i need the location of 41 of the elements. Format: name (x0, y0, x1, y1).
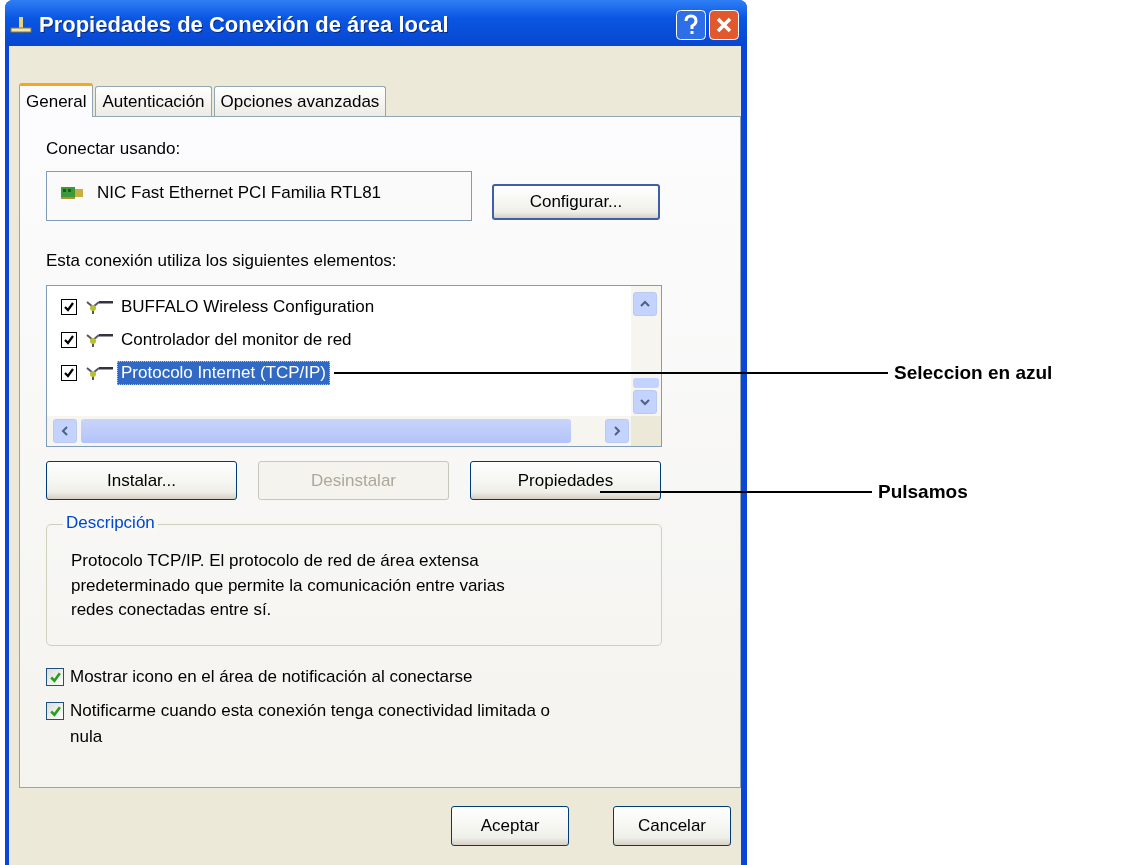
scrollbar-corner (631, 416, 661, 446)
horizontal-scrollbar[interactable] (47, 416, 631, 446)
network-component-icon (85, 331, 115, 348)
dialog-button[interactable]: Aceptar (451, 806, 569, 846)
chevron-right-icon[interactable] (611, 425, 623, 437)
checkbox[interactable] (61, 364, 77, 381)
tab[interactable]: Opciones avanzadas (213, 86, 387, 116)
annotation-label: Seleccion en azul (894, 362, 1053, 384)
dialog-button[interactable]: Cancelar (613, 806, 731, 846)
configure-button[interactable]: Configurar... (492, 184, 660, 220)
annotation-label: Pulsamos (878, 481, 968, 503)
option-label: Notificarme cuando esta conexión tenga conectividad limitada o nula (70, 700, 552, 748)
checkbox[interactable] (46, 702, 64, 720)
list-item[interactable]: BUFFALO Wireless Configuration (117, 294, 379, 319)
chevron-left-icon[interactable] (59, 425, 71, 437)
help-icon[interactable] (676, 10, 706, 40)
connect-label: Conectar usando: (46, 139, 182, 160)
network-component-icon (85, 298, 115, 315)
scroll-thumb[interactable] (81, 419, 571, 443)
tab[interactable]: General (19, 83, 94, 117)
network-component-icon (85, 364, 115, 381)
tab[interactable]: Autenticación (95, 86, 212, 116)
network-card-icon (61, 186, 83, 200)
action-button[interactable]: Propiedades (470, 461, 661, 500)
components-label: Esta conexión utiliza los siguientes elementos: (46, 251, 398, 272)
chevron-down-icon[interactable] (639, 396, 651, 408)
network-icon (9, 15, 33, 35)
close-icon[interactable] (709, 10, 739, 40)
checkbox[interactable] (46, 668, 64, 686)
group-legend: Descripción (63, 513, 158, 533)
checkbox[interactable] (61, 298, 77, 315)
action-button[interactable]: Instalar... (46, 461, 237, 500)
list-item[interactable]: Protocolo Internet (TCP/IP) (117, 360, 331, 385)
list-item[interactable]: Controlador del monitor de red (117, 327, 356, 352)
vertical-scrollbar[interactable] (631, 286, 661, 416)
device-name: NIC Fast Ethernet PCI Familia RTL81 (97, 183, 382, 203)
description-text: Protocolo TCP/IP. El protocolo de red de área extensa predeterminado que permite la comunicación entre varias redes conectadas entre sí. (71, 550, 506, 621)
option-label: Mostrar icono en el área de notificación al conectarse (70, 666, 474, 688)
checkbox[interactable] (61, 331, 77, 348)
scroll-thumb[interactable] (633, 378, 659, 388)
window-title: Propiedades de Conexión de área local (39, 12, 450, 38)
